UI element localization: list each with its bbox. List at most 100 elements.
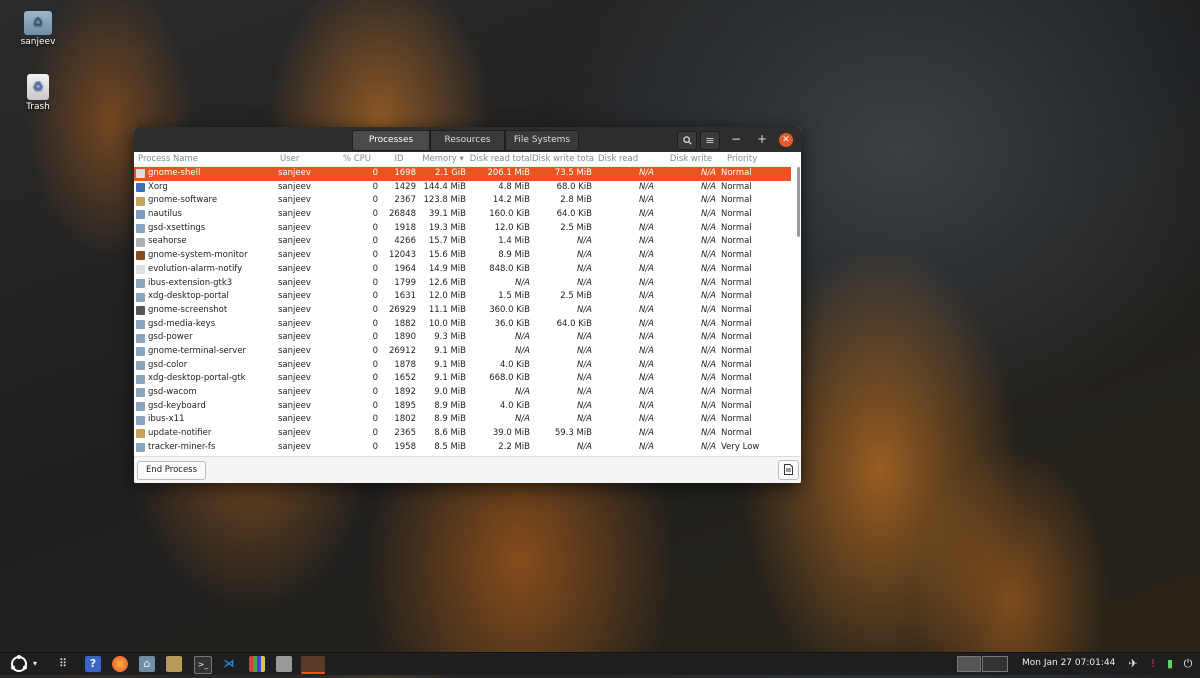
battery-icon[interactable]: ▮	[1162, 656, 1178, 672]
cell-priority: Normal	[721, 263, 752, 274]
cell-memory: 9.0 MiB	[434, 387, 466, 397]
column-header-priority[interactable]: Priority	[722, 152, 787, 166]
table-row[interactable]: gnome-software sanjeev 0 2367 123.8 MiB 14.2 …	[134, 194, 791, 208]
column-header-disk-write[interactable]: Disk write	[660, 152, 722, 166]
column-header-disk-write-total[interactable]: Disk write tota	[532, 152, 594, 166]
minimize-button[interactable]: −	[727, 131, 745, 148]
cell-process-name: xdg-desktop-portal-gtk	[134, 372, 278, 386]
close-button[interactable]: ✕	[779, 133, 793, 147]
maximize-button[interactable]: +	[753, 131, 771, 148]
books-icon[interactable]	[249, 656, 265, 672]
column-header-disk-read-total[interactable]: Disk read total	[468, 152, 532, 166]
table-row[interactable]: ibus-x11 sanjeev 0 1802 8.9 MiB N/A N/A N/A N/A N…	[134, 413, 791, 427]
cell-memory: 39.1 MiB	[428, 209, 466, 220]
table-row[interactable]: gsd-color sanjeev 0 1878 9.1 MiB 4.0 KiB N/A N/…	[134, 359, 791, 373]
cell-disk-read-total: 14.2 MiB	[492, 195, 530, 206]
table-row[interactable]: gsd-wacom sanjeev 0 1892 9.0 MiB N/A N/A N/A N/A…	[134, 386, 791, 400]
cell-user: sanjeev	[278, 250, 311, 261]
ubuntu-logo-icon[interactable]	[8, 655, 30, 672]
column-header-process-name[interactable]: Process Name	[134, 152, 280, 166]
menu-dropdown-icon[interactable]: ▾	[30, 656, 40, 672]
cell-id: 2367	[394, 195, 416, 206]
clock[interactable]: Mon Jan 27 07:01:44	[1022, 658, 1115, 668]
column-header-disk-read[interactable]: Disk read	[594, 152, 660, 166]
process-icon	[136, 402, 145, 412]
update-icon[interactable]: !	[1145, 656, 1161, 672]
tab-processes[interactable]: Processes	[352, 130, 430, 151]
system-monitor-icon[interactable]	[301, 656, 325, 674]
help-icon[interactable]: ?	[85, 656, 101, 672]
titlebar: Processes Resources File Systems ≡ − + ✕	[134, 127, 801, 152]
cell-id: 1802	[394, 414, 416, 425]
table-row[interactable]: Xorg sanjeev 0 1429 144.4 MiB 4.8 MiB 68.0 KiB…	[134, 181, 791, 195]
cell-disk-read: N/A	[638, 428, 654, 439]
cell-disk-read-total: 12.0 KiB	[494, 222, 530, 233]
table-row[interactable]: gsd-xsettings sanjeev 0 1918 19.3 MiB 12.0 Ki…	[134, 222, 791, 236]
table-row[interactable]: ibus-extension-gtk3 sanjeev 0 1799 12.6 MiB N…	[134, 277, 791, 291]
table-row[interactable]: tracker-miner-fs sanjeev 0 1958 8.5 MiB 2.2 M…	[134, 441, 791, 455]
process-name-label: update-notifier	[148, 428, 212, 439]
cell-disk-read-total: 1.5 MiB	[498, 291, 530, 302]
column-header-memory[interactable]: Memory ▾	[418, 152, 468, 166]
table-row[interactable]: update-notifier sanjeev 0 2365 8.6 MiB 39.0 M…	[134, 427, 791, 441]
power-icon[interactable]: ⏻	[1180, 656, 1196, 672]
search-button[interactable]	[677, 131, 697, 150]
terminal-icon[interactable]: >_	[194, 656, 212, 674]
desktop-icon-home[interactable]: sanjeev	[13, 11, 63, 47]
process-name-label: gnome-shell	[148, 168, 201, 178]
cell-cpu: 0	[372, 263, 378, 274]
vscode-icon[interactable]: ⋊	[221, 656, 237, 672]
process-name-label: evolution-alarm-notify	[148, 263, 243, 274]
column-header-cpu[interactable]: % CPU	[334, 152, 380, 166]
cell-disk-write-total: N/A	[576, 250, 592, 261]
cell-disk-write: N/A	[700, 222, 716, 233]
table-row[interactable]: gnome-shell sanjeev 0 1698 2.1 GiB 206.1 MiB 7…	[134, 167, 791, 181]
scrollbar[interactable]	[797, 167, 800, 237]
files-icon[interactable]: ⌂	[139, 656, 155, 672]
cell-priority: Normal	[721, 318, 752, 329]
end-process-button[interactable]: End Process	[137, 461, 206, 480]
table-row[interactable]: nautilus sanjeev 0 26848 39.1 MiB 160.0 KiB 64…	[134, 208, 791, 222]
table-row[interactable]: evolution-alarm-notify sanjeev 0 1964 14.9 M…	[134, 263, 791, 277]
column-header-user[interactable]: User	[280, 152, 334, 166]
sort-descending-icon: ▾	[459, 154, 464, 164]
cell-cpu: 0	[372, 428, 378, 439]
cell-disk-read: N/A	[638, 318, 654, 329]
table-row[interactable]: gsd-power sanjeev 0 1890 9.3 MiB N/A N/A N/A N/A…	[134, 331, 791, 345]
cell-cpu: 0	[372, 250, 378, 261]
cell-cpu: 0	[372, 304, 378, 315]
cell-disk-read: N/A	[638, 441, 654, 452]
workspace-2[interactable]	[982, 656, 1008, 672]
table-row[interactable]: gnome-terminal-server sanjeev 0 26912 9.1 Mi…	[134, 345, 791, 359]
table-row[interactable]: gnome-system-monitor sanjeev 0 12043 15.6 Mi…	[134, 249, 791, 263]
cell-memory: 11.1 MiB	[428, 304, 466, 315]
properties-button[interactable]	[778, 460, 799, 480]
table-row[interactable]: gsd-media-keys sanjeev 0 1882 10.0 MiB 36.0 K…	[134, 318, 791, 332]
cell-disk-write-total: N/A	[576, 345, 592, 356]
cell-disk-read: N/A	[638, 181, 654, 192]
cell-priority: Normal	[721, 181, 752, 192]
table-row[interactable]: xdg-desktop-portal-gtk sanjeev 0 1652 9.1 Mi…	[134, 372, 791, 386]
column-header-row: Process Name User % CPU ID Memory ▾ Disk…	[134, 152, 801, 167]
network-icon[interactable]: ✈	[1125, 656, 1141, 672]
cell-process-name: gsd-color	[134, 359, 278, 373]
column-header-id[interactable]: ID	[380, 152, 418, 166]
process-name-label: gnome-software	[148, 195, 218, 206]
firefox-icon[interactable]	[112, 656, 128, 672]
cell-id: 2365	[394, 428, 416, 439]
app-grid-icon[interactable]: ⠿	[55, 656, 71, 672]
cell-disk-read-total: 4.8 MiB	[498, 181, 530, 192]
table-row[interactable]: gnome-screenshot sanjeev 0 26929 11.1 MiB 360…	[134, 304, 791, 318]
archive-icon[interactable]	[166, 656, 182, 672]
desktop-icon-trash-label: Trash	[26, 102, 50, 112]
table-row[interactable]: seahorse sanjeev 0 4266 15.7 MiB 1.4 MiB N/A N/…	[134, 235, 791, 249]
workspace-1[interactable]	[957, 656, 981, 672]
desktop-icon-trash[interactable]: Trash	[13, 74, 63, 112]
menu-button[interactable]: ≡	[700, 131, 720, 150]
cell-disk-read: N/A	[638, 345, 654, 356]
table-row[interactable]: gsd-keyboard sanjeev 0 1895 8.9 MiB 4.0 KiB N/…	[134, 400, 791, 414]
table-row[interactable]: xdg-desktop-portal sanjeev 0 1631 12.0 MiB 1.…	[134, 290, 791, 304]
tab-file-systems[interactable]: File Systems	[505, 130, 579, 151]
screenshot-app-icon[interactable]	[276, 656, 292, 672]
tab-resources[interactable]: Resources	[430, 130, 505, 151]
